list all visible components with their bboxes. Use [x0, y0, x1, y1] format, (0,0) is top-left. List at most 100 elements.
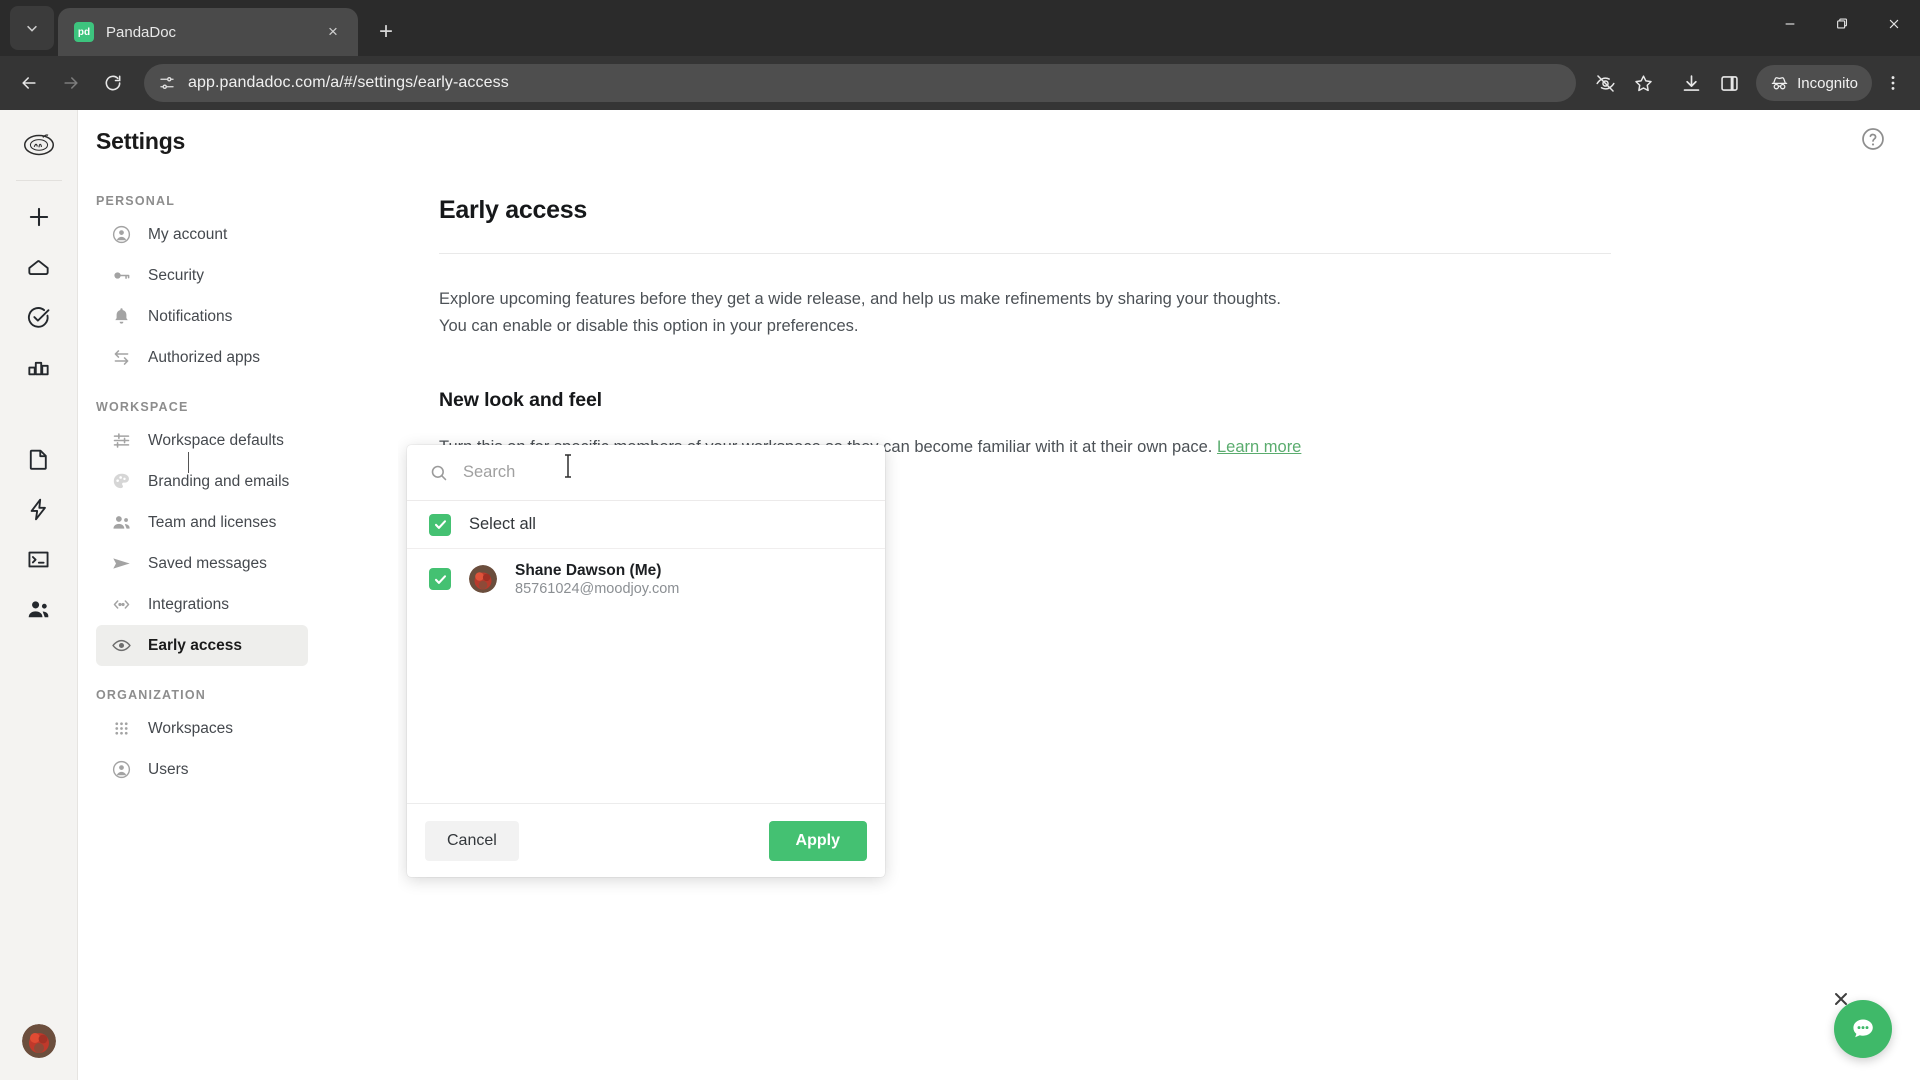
reload-button[interactable]: [94, 64, 132, 102]
intro-line-2: You can enable or disable this option in…: [439, 316, 859, 335]
rail-item-reports[interactable]: [17, 345, 61, 389]
chevron-down-icon: [27, 25, 37, 32]
member-name: Shane Dawson (Me): [515, 561, 662, 579]
site-settings-icon[interactable]: [158, 74, 176, 92]
member-picker-dropdown: Select all: [407, 445, 885, 877]
sidebar-item-my-account[interactable]: My account: [96, 214, 308, 255]
sidebar-item-team-and-licenses[interactable]: Team and licenses: [96, 502, 308, 543]
sidebar-item-saved-messages[interactable]: Saved messages: [96, 543, 308, 584]
transfer-arrows-icon: [110, 347, 132, 369]
rail-item-home[interactable]: [17, 245, 61, 289]
address-bar[interactable]: app.pandadoc.com/a/#/settings/early-acce…: [144, 64, 1577, 102]
bar-chart-icon: [28, 361, 49, 375]
chat-widget-button[interactable]: [1834, 1000, 1892, 1058]
member-email: 85761024@moodjoy.com: [515, 580, 680, 597]
title-divider: [439, 253, 1611, 254]
rail-item-contacts[interactable]: [17, 587, 61, 631]
rail-item-forms[interactable]: [17, 537, 61, 581]
member-info: Shane Dawson (Me) 85761024@moodjoy.com: [515, 562, 679, 597]
sidebar-item-label: Workspace defaults: [148, 431, 284, 449]
chat-bubble-icon: [1853, 1019, 1873, 1038]
incognito-label: Incognito: [1797, 74, 1858, 92]
sidebar-item-notifications[interactable]: Notifications: [96, 296, 308, 337]
sidebar-item-label: Notifications: [148, 307, 233, 325]
person-circle-icon: [110, 224, 132, 246]
rail-item-quick-actions[interactable]: [17, 487, 61, 531]
sidebar-item-integrations[interactable]: Integrations: [96, 584, 308, 625]
side-panel-icon: [1720, 75, 1738, 91]
lightning-icon: [30, 498, 46, 520]
settings-pane: Settings PERSONAL My account Security No…: [78, 110, 422, 1080]
browser-menu-button[interactable]: [1876, 66, 1910, 100]
key-icon: [110, 265, 132, 287]
help-circle-icon: [1862, 128, 1884, 150]
intro-line-1: Explore upcoming features before they ge…: [439, 290, 1281, 308]
sidebar-item-users[interactable]: Users: [96, 749, 308, 790]
url-text: app.pandadoc.com/a/#/settings/early-acce…: [188, 74, 509, 91]
sidebar-item-workspaces[interactable]: Workspaces: [96, 708, 308, 749]
sidebar-item-label: My account: [148, 225, 228, 243]
maximize-button[interactable]: [1816, 0, 1868, 48]
rail-item-documents[interactable]: [17, 437, 61, 481]
close-icon: [1889, 19, 1899, 29]
page-title: Early access: [439, 196, 587, 224]
learn-more-link[interactable]: Learn more: [1217, 438, 1301, 456]
sidebar-item-early-access[interactable]: Early access: [96, 625, 308, 666]
rail-item-create-new[interactable]: [17, 195, 61, 239]
close-tab-button[interactable]: ×: [320, 19, 346, 45]
tracking-protection-button[interactable]: [1588, 66, 1622, 100]
help-button[interactable]: [1860, 126, 1886, 152]
bell-icon: [110, 306, 132, 328]
terminal-icon: [28, 551, 49, 567]
close-window-button[interactable]: [1868, 0, 1920, 48]
eye-icon: [110, 635, 132, 657]
rail-divider: [15, 180, 62, 181]
browser-tab[interactable]: pd PandaDoc ×: [58, 8, 358, 56]
select-all-checkbox[interactable]: [429, 513, 451, 536]
person-circle-icon: [110, 759, 132, 781]
pandadoc-favicon: pd: [74, 22, 94, 42]
downloads-button[interactable]: [1674, 66, 1708, 100]
i-beam-icon: [565, 454, 571, 478]
apply-button[interactable]: Apply: [768, 820, 867, 861]
incognito-indicator[interactable]: Incognito: [1756, 65, 1872, 101]
tab-search-button[interactable]: [10, 6, 54, 50]
nav-group-organization-label: ORGANIZATION: [96, 688, 206, 702]
app-body: Settings PERSONAL My account Security No…: [0, 110, 1920, 1080]
sidebar-item-authorized-apps[interactable]: Authorized apps: [96, 337, 308, 378]
sidebar-item-label: Integrations: [148, 595, 229, 613]
rail-item-tasks[interactable]: [17, 295, 61, 339]
member-checkbox[interactable]: [429, 568, 451, 590]
maximize-icon: [1837, 18, 1848, 29]
select-all-row[interactable]: Select all: [407, 501, 885, 549]
palette-icon: [110, 471, 132, 493]
settings-header: Settings: [78, 110, 398, 172]
forward-button[interactable]: [52, 64, 90, 102]
grid-dots-icon: [110, 718, 132, 740]
back-button[interactable]: [10, 64, 48, 102]
list-item[interactable]: Shane Dawson (Me) 85761024@moodjoy.com: [407, 549, 885, 609]
sidebar-item-label: Saved messages: [148, 554, 267, 572]
bookmark-button[interactable]: [1626, 66, 1660, 100]
sliders-icon: [110, 430, 132, 452]
home-icon: [28, 259, 49, 275]
app-rail: [0, 110, 78, 1080]
rail-user-avatar[interactable]: [22, 1024, 56, 1058]
minimize-button[interactable]: [1764, 0, 1816, 48]
cancel-button[interactable]: Cancel: [425, 820, 519, 861]
sidebar-item-workspace-defaults[interactable]: Workspace defaults: [96, 420, 308, 461]
browser-toolbar: app.pandadoc.com/a/#/settings/early-acce…: [0, 56, 1920, 110]
sidebar-item-label: Workspaces: [148, 719, 233, 737]
sidebar-item-label: Authorized apps: [148, 348, 261, 366]
code-brackets-icon: [110, 594, 132, 616]
workspace-logo[interactable]: [19, 124, 59, 164]
side-panel-button[interactable]: [1712, 66, 1746, 100]
sidebar-item-branding-and-emails[interactable]: Branding and emails: [96, 461, 308, 502]
sidebar-item-label: Early access: [148, 636, 242, 654]
sidebar-item-security[interactable]: Security: [96, 255, 308, 296]
logo-icon: [23, 134, 54, 156]
new-tab-button[interactable]: +: [368, 14, 404, 50]
dropdown-footer: Cancel Apply: [407, 803, 885, 877]
people-icon: [28, 600, 49, 617]
search-input[interactable]: [463, 463, 863, 482]
